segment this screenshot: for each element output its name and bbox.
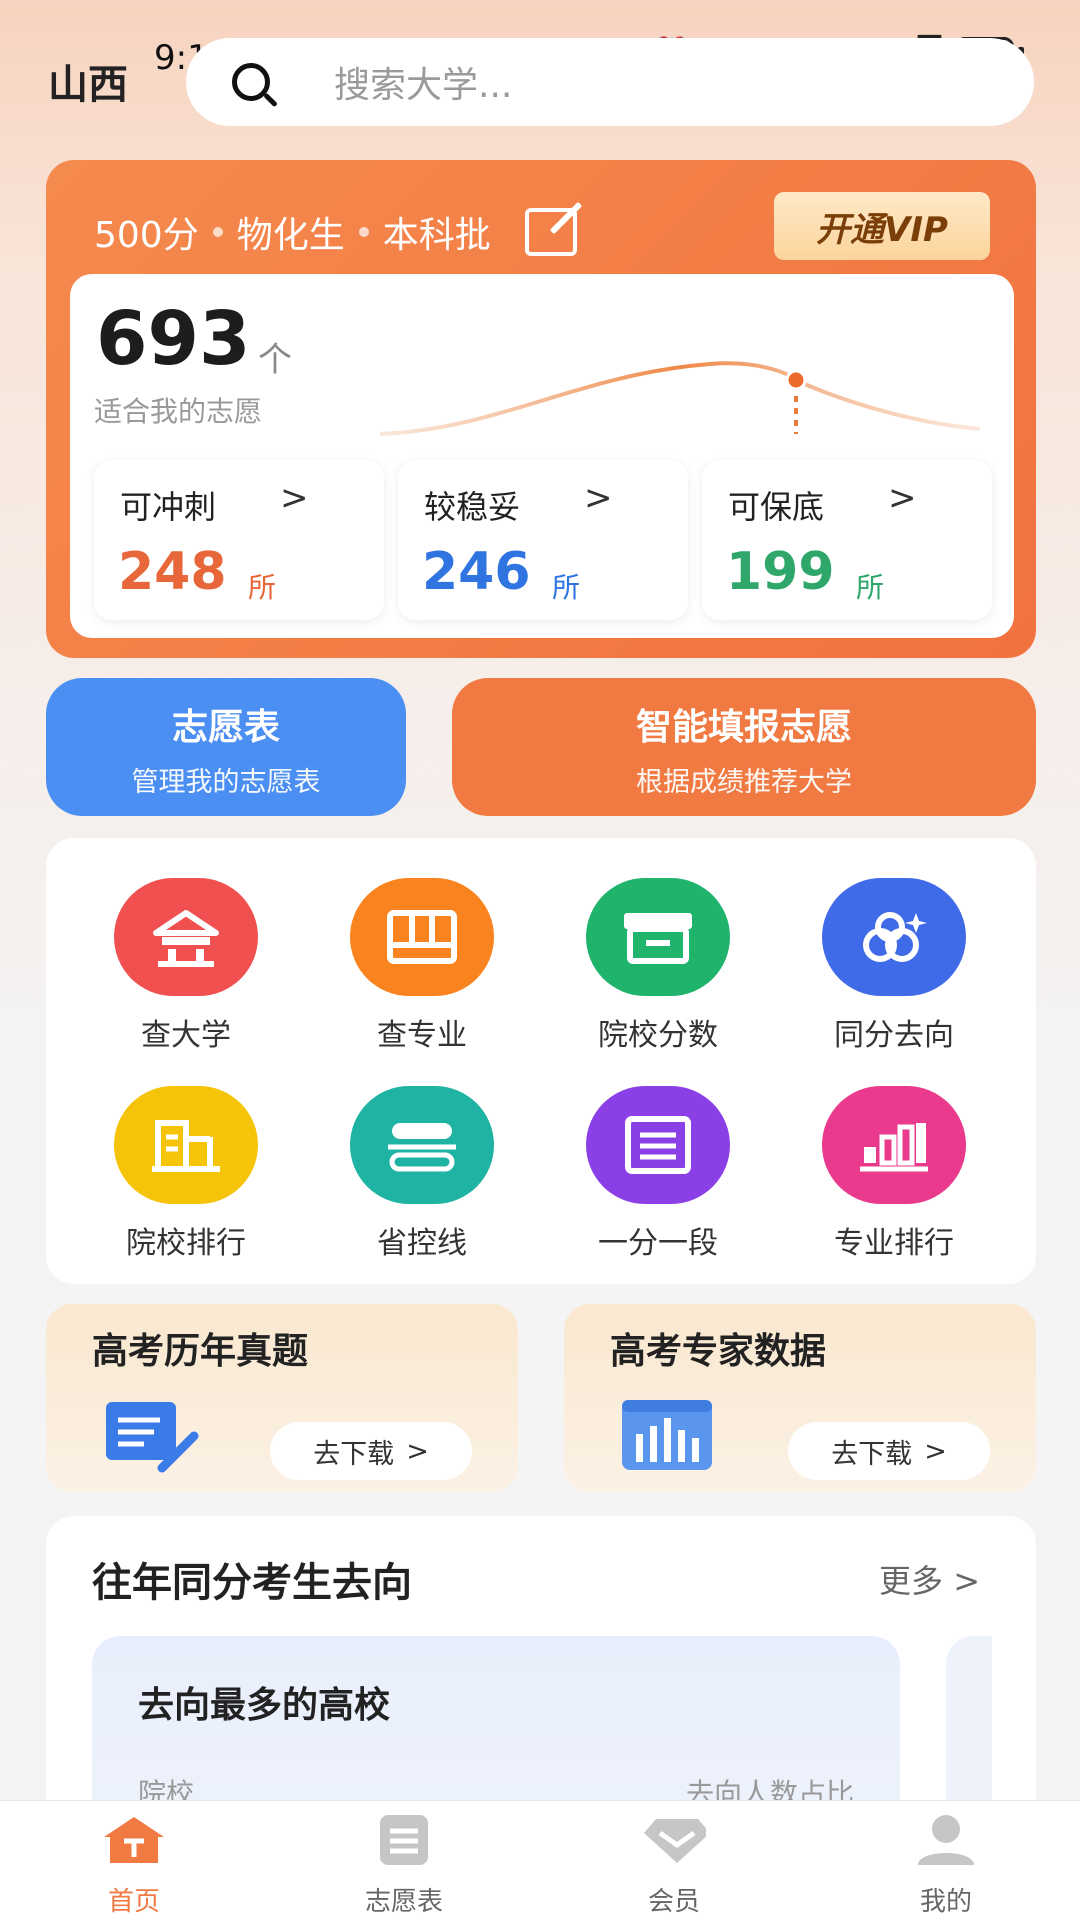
- more-label: 更多: [879, 1562, 944, 1600]
- chevron-right-icon: >: [406, 1435, 429, 1467]
- chance-stable[interactable]: 较稳妥 > 246 所: [398, 460, 688, 620]
- chance-safe[interactable]: 可保底 > 199 所: [702, 460, 992, 620]
- top-schools-title: 去向最多的高校: [138, 1685, 391, 1726]
- diamond-icon: [644, 1819, 710, 1863]
- chance-value: 246: [422, 542, 531, 602]
- chevron-right-icon: >: [953, 1562, 980, 1600]
- chance-unit: 所: [248, 571, 277, 604]
- document-edit-icon: [106, 1402, 199, 1473]
- region-selector[interactable]: 山西: [48, 52, 128, 110]
- university-icon: [114, 878, 258, 996]
- chance-title: 可冲刺: [120, 488, 217, 526]
- separator-dot: [358, 227, 369, 237]
- score-box-icon: [586, 878, 730, 996]
- chevron-right-icon: >: [584, 478, 613, 518]
- profile-icon: [918, 1815, 974, 1865]
- nav-label: 志愿表: [364, 1887, 443, 1917]
- tool-label: 同分去向: [834, 1018, 954, 1053]
- ranking-building-icon: [114, 1086, 258, 1204]
- bottom-navigation: 首页 志愿表 会员 我的: [0, 1800, 1080, 1920]
- data-chart-icon: [622, 1400, 712, 1470]
- score-summary-card: 500分 物化生 本科批 开通VIP 693 个 适合我的志愿 可冲刺 > 24…: [46, 160, 1036, 658]
- search-input[interactable]: 搜索大学...: [186, 38, 1034, 126]
- chance-title: 较稳妥: [424, 488, 521, 526]
- download-button[interactable]: 去下载 >: [788, 1422, 990, 1480]
- tool-school-ranking[interactable]: 院校排行: [86, 1086, 286, 1262]
- distribution-curve-icon: [380, 361, 980, 436]
- tools-grid: 查大学 查专业 院校分数 同分去向 院校排行 省控线 一分一段 专业排行: [46, 838, 1036, 1284]
- tool-label: 查专业: [377, 1018, 467, 1053]
- chance-reach[interactable]: 可冲刺 > 248 所: [94, 460, 384, 620]
- match-count-label: 适合我的志愿: [94, 395, 263, 428]
- tool-label: 院校排行: [126, 1226, 246, 1261]
- section-title: 往年同分考生去向: [92, 1560, 412, 1606]
- list-icon: [380, 1815, 428, 1865]
- tool-label: 一分一段: [598, 1226, 718, 1261]
- tool-score-segment[interactable]: 一分一段: [558, 1086, 758, 1262]
- nav-membership[interactable]: 会员: [594, 1813, 754, 1918]
- edit-icon[interactable]: [524, 208, 577, 256]
- more-link[interactable]: 更多 >: [879, 1556, 980, 1602]
- control-line-icon: [350, 1086, 494, 1204]
- chance-title: 可保底: [728, 488, 825, 526]
- nav-label: 我的: [919, 1887, 972, 1917]
- action-title: 志愿表: [171, 707, 280, 748]
- search-placeholder: 搜索大学...: [334, 65, 513, 106]
- nav-volunteer-table[interactable]: 志愿表: [324, 1813, 484, 1918]
- separator-dot: [212, 227, 223, 237]
- chevron-right-icon: >: [924, 1435, 947, 1467]
- home-icon: [104, 1817, 164, 1863]
- chance-unit: 所: [552, 571, 581, 604]
- chevron-right-icon: >: [280, 478, 309, 518]
- bar-chart-icon: [822, 1086, 966, 1204]
- action-subtitle: 根据成绩推荐大学: [636, 767, 852, 798]
- volunteer-table-button[interactable]: 志愿表 管理我的志愿表: [46, 678, 406, 816]
- chevron-right-icon: >: [888, 478, 917, 518]
- chance-value: 199: [726, 542, 835, 602]
- tool-label: 省控线: [377, 1226, 467, 1261]
- action-title: 智能填报志愿: [635, 707, 852, 748]
- download-button-label: 去下载: [831, 1438, 913, 1470]
- smart-fill-button[interactable]: 智能填报志愿 根据成绩推荐大学: [452, 678, 1036, 816]
- chance-unit: 所: [856, 571, 885, 604]
- match-count-unit: 个: [258, 340, 292, 380]
- tool-same-score-destination[interactable]: 同分去向: [794, 878, 994, 1054]
- tool-major-ranking[interactable]: 专业排行: [794, 1086, 994, 1262]
- score-value: 500分: [94, 215, 199, 256]
- nav-home[interactable]: 首页: [54, 1813, 214, 1918]
- score-info[interactable]: 500分 物化生 本科批: [94, 206, 577, 258]
- chance-value: 248: [118, 542, 227, 602]
- tool-search-university[interactable]: 查大学: [86, 878, 286, 1054]
- subjects-value: 物化生: [236, 215, 345, 256]
- open-vip-button[interactable]: 开通VIP: [774, 192, 990, 260]
- tool-label: 查大学: [141, 1018, 231, 1053]
- nav-label: 会员: [647, 1887, 700, 1917]
- tool-school-scores[interactable]: 院校分数: [558, 878, 758, 1054]
- tool-label: 专业排行: [834, 1226, 954, 1261]
- score-segment-icon: [586, 1086, 730, 1204]
- same-score-icon: [822, 878, 966, 996]
- download-card-title: 高考专家数据: [610, 1331, 827, 1372]
- tool-search-major[interactable]: 查专业: [322, 878, 522, 1054]
- tool-control-line[interactable]: 省控线: [322, 1086, 522, 1262]
- expert-data-card[interactable]: 高考专家数据 去下载 >: [564, 1304, 1036, 1492]
- nav-label: 首页: [107, 1887, 160, 1917]
- download-button[interactable]: 去下载 >: [270, 1422, 472, 1480]
- search-icon: [232, 63, 270, 101]
- match-count-card: 693 个 适合我的志愿 可冲刺 > 248 所 较稳妥 > 246 所 可保底…: [70, 274, 1014, 638]
- tool-label: 院校分数: [598, 1018, 718, 1053]
- past-exams-card[interactable]: 高考历年真题 去下载 >: [46, 1304, 518, 1492]
- batch-value: 本科批: [382, 215, 491, 256]
- match-count: 693: [96, 296, 251, 382]
- download-button-label: 去下载: [313, 1438, 395, 1470]
- major-icon: [350, 878, 494, 996]
- nav-profile[interactable]: 我的: [866, 1813, 1026, 1918]
- action-subtitle: 管理我的志愿表: [131, 767, 321, 798]
- download-card-title: 高考历年真题: [92, 1331, 309, 1372]
